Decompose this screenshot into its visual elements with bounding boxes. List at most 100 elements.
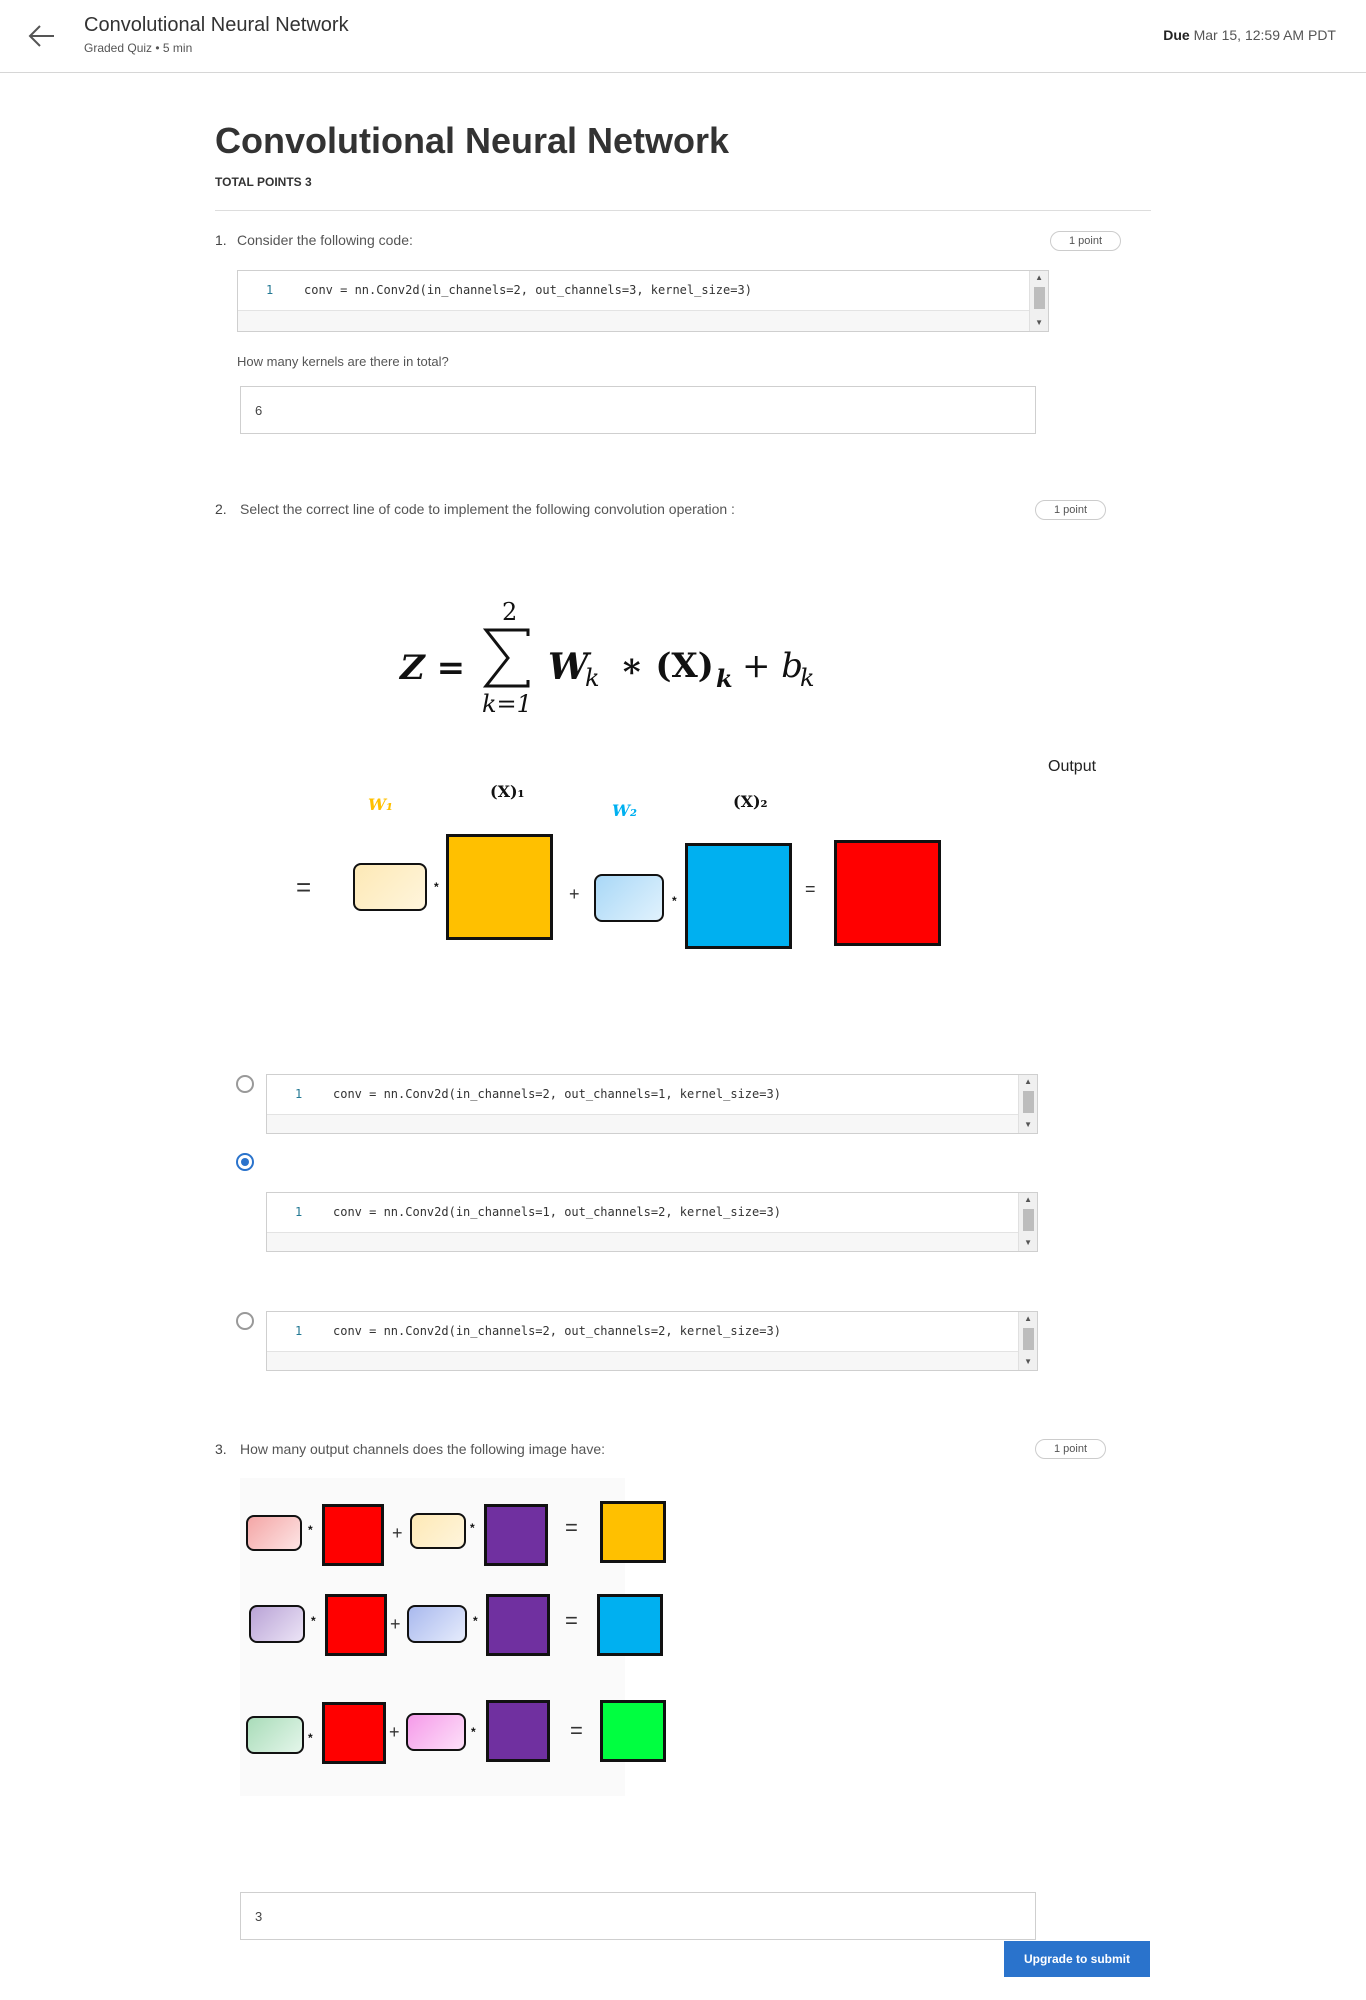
formula-b: + b xyxy=(742,646,804,686)
green-output xyxy=(600,1700,666,1762)
q3-number: 3. xyxy=(215,1441,227,1457)
code-line: 1 conv = nn.Conv2d(in_channels=1, out_ch… xyxy=(267,1193,1019,1233)
q1-prompt: How many kernels are there in total? xyxy=(237,354,449,369)
plus-sign: + xyxy=(569,884,580,904)
q3-points-badge: 1 point xyxy=(1035,1439,1107,1459)
conv-star: * xyxy=(308,1523,313,1537)
q3-text: How many output channels does the follow… xyxy=(240,1441,605,1457)
formula-w-sub: k xyxy=(585,664,600,692)
conv-star: * xyxy=(308,1731,313,1745)
purple-input xyxy=(486,1594,550,1656)
q3-answer-input[interactable]: 3 xyxy=(240,1892,1036,1940)
equals-sign: = xyxy=(565,1608,578,1633)
scroll-up-icon[interactable]: ▲ xyxy=(1024,1196,1032,1204)
conv-star: * xyxy=(311,1614,316,1628)
q1-text: Consider the following code: xyxy=(237,232,413,248)
plus-sign: + xyxy=(392,1523,403,1543)
code-text: conv = nn.Conv2d(in_channels=1, out_chan… xyxy=(333,1205,781,1219)
scroll-up-icon[interactable]: ▲ xyxy=(1035,274,1043,282)
scroll-up-icon[interactable]: ▲ xyxy=(1024,1078,1032,1086)
q2-number: 2. xyxy=(215,501,227,517)
option-1-radio[interactable] xyxy=(236,1075,254,1093)
conv-star: * xyxy=(470,1521,475,1535)
option-3-code-block: 1 conv = nn.Conv2d(in_channels=2, out_ch… xyxy=(266,1311,1038,1371)
equals-sign: = xyxy=(296,872,312,902)
formula-lhs: Z = xyxy=(400,648,466,688)
red-input xyxy=(322,1702,386,1764)
upgrade-to-submit-button[interactable]: Upgrade to submit xyxy=(1004,1941,1150,1977)
option-3-radio[interactable] xyxy=(236,1312,254,1330)
kernel xyxy=(406,1713,466,1751)
formula-sum-bottom: k=1 xyxy=(482,690,532,718)
conv-star: * xyxy=(471,1725,476,1739)
w1-kernel xyxy=(353,863,427,911)
scrollbar[interactable]: ▲ ▼ xyxy=(1018,1075,1037,1133)
q2-points-badge: 1 point xyxy=(1035,500,1107,520)
formula-x-sub: k xyxy=(716,664,733,693)
formula-sum-top: 2 xyxy=(502,598,518,626)
option-2-code-block: 1 conv = nn.Conv2d(in_channels=1, out_ch… xyxy=(266,1192,1038,1252)
x2-input xyxy=(685,843,792,949)
purple-input xyxy=(486,1700,550,1762)
formula-w: W xyxy=(548,646,589,688)
line-number: 1 xyxy=(295,1324,303,1338)
line-number: 1 xyxy=(295,1087,303,1101)
x1-label: (X)₁ xyxy=(490,782,525,801)
blue-output xyxy=(597,1594,663,1656)
due-value: Mar 15, 12:59 AM PDT xyxy=(1193,27,1336,43)
output-map xyxy=(834,840,941,946)
formula-b-sub: k xyxy=(800,664,815,692)
code-text: conv = nn.Conv2d(in_channels=2, out_chan… xyxy=(333,1324,781,1338)
code-line: 1 conv = nn.Conv2d(in_channels=2, out_ch… xyxy=(267,1075,1019,1115)
scroll-down-icon[interactable]: ▼ xyxy=(1035,319,1043,327)
kernel xyxy=(246,1716,304,1754)
q1-answer-input[interactable]: 6 xyxy=(240,386,1036,434)
back-arrow-icon[interactable] xyxy=(26,20,58,52)
scroll-down-icon[interactable]: ▼ xyxy=(1024,1358,1032,1366)
scroll-thumb[interactable] xyxy=(1023,1328,1034,1350)
kernel xyxy=(410,1513,466,1549)
red-input xyxy=(322,1504,384,1566)
scroll-down-icon[interactable]: ▼ xyxy=(1024,1239,1032,1247)
total-points: TOTAL POINTS 3 xyxy=(215,175,312,189)
q1-code-block: 1 conv = nn.Conv2d(in_channels=2, out_ch… xyxy=(237,270,1049,332)
option-2-radio[interactable] xyxy=(236,1153,254,1171)
w2-kernel xyxy=(594,874,664,922)
equals-sign: = xyxy=(570,1718,583,1743)
w2-label: W₂ xyxy=(612,801,637,820)
line-number: 1 xyxy=(266,283,274,297)
code-line: 1 conv = nn.Conv2d(in_channels=2, out_ch… xyxy=(267,1312,1019,1352)
scroll-thumb[interactable] xyxy=(1034,287,1045,309)
purple-input xyxy=(484,1504,548,1566)
formula-x: ∗ (X) xyxy=(620,646,714,686)
code-line: 1 conv = nn.Conv2d(in_channels=2, out_ch… xyxy=(238,271,1030,311)
x1-input xyxy=(446,834,553,940)
sigma-icon xyxy=(482,628,530,688)
kernel xyxy=(407,1605,467,1643)
scroll-thumb[interactable] xyxy=(1023,1091,1034,1113)
plus-sign: + xyxy=(389,1722,400,1742)
scroll-down-icon[interactable]: ▼ xyxy=(1024,1121,1032,1129)
output-label: Output xyxy=(1048,758,1097,775)
conv-star: * xyxy=(672,894,677,908)
due-label: Due xyxy=(1163,27,1190,43)
scrollbar[interactable]: ▲ ▼ xyxy=(1018,1193,1037,1251)
q1-number: 1. xyxy=(215,232,227,248)
scroll-thumb[interactable] xyxy=(1023,1209,1034,1231)
scrollbar[interactable]: ▲ ▼ xyxy=(1018,1312,1037,1370)
divider xyxy=(215,210,1151,211)
equals-sign: = xyxy=(565,1515,578,1540)
q2-text: Select the correct line of code to imple… xyxy=(240,501,735,517)
yellow-output xyxy=(600,1501,666,1563)
red-input xyxy=(325,1594,387,1656)
due-date: Due Mar 15, 12:59 AM PDT xyxy=(1163,27,1336,43)
code-text: conv = nn.Conv2d(in_channels=2, out_chan… xyxy=(333,1087,781,1101)
code-text: conv = nn.Conv2d(in_channels=2, out_chan… xyxy=(304,283,752,297)
conv-star: * xyxy=(473,1614,478,1628)
page-title: Convolutional Neural Network xyxy=(215,120,730,161)
equals-sign: = xyxy=(805,879,816,899)
kernel xyxy=(246,1515,302,1551)
scroll-up-icon[interactable]: ▲ xyxy=(1024,1315,1032,1323)
scrollbar[interactable]: ▲ ▼ xyxy=(1029,271,1048,331)
option-1-code-block: 1 conv = nn.Conv2d(in_channels=2, out_ch… xyxy=(266,1074,1038,1134)
